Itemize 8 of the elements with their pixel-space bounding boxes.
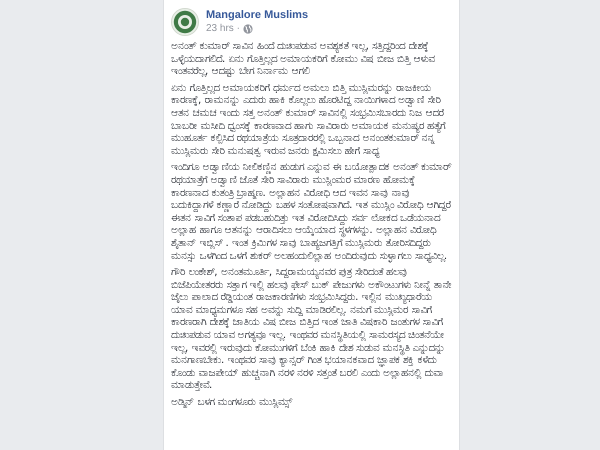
post-paragraph: ಅನಂತ್ ಕುಮಾರ್ ಸಾವಿನ ಹಿಂದೆ ದುಃಖಪಡುವ ಅವಶ್ಯಕತೆ ಇಲ್ಲ, ಸತ್ತಿದ್ದರಿಂದ ದೇಶಕ್ಕೆ ಒಳ್ಳೆಯದಾಗಲಿದೆ. ಏನು ಗೊತ್ತಿಲ್ಲದ ಅಮಾಯಕರಿಗೆ ಕೋಮು ವಿಷ ಬೀಜ ಬಿತ್ತಿ ಆಳುವ ಇಂತವರೆಲ್ಲ, ಆದಷ್ಟು ಬೇಗ ನಿರ್ನಾಮ ಆಗಲಿ [171,40,436,78]
post-paragraph: ಅಡ್ಮಿನ್ ಬಳಗ ಮಂಗಳೂರು ಮುಸ್ಲಿಮ್ಸ್ [171,396,294,409]
post-paragraph: ಇಂದಿಗೂ ಅಡ್ವಾಣಿಯ ನೀಲಿಕಣ್ಣಿನ ಹುಡುಗ ಎನ್ನುವ ಈ ಬಯೋತ್ಪಾದಕ ಅನಂತ್ ಕುಮಾರ್ ರಥಯಾತ್ರೆಗೆ ಅಡ್ವಾಣಿ ಜೊತೆ ಸೇರಿ ಸಾವಿರಾರು ಮುಸ್ಲಿಂಮರ ಮಾರಣ ಹೋಮಕ್ಕೆ ಕಾರಣನಾದ ಕುತಂತ್ರಿ ಬ್ರಾಹ್ಮಣ. ಅಲ್ಲಾಹನ ವಿರೋಧಿ ಆದ ಇವನ ಸಾವು ನಾವು ಬದುಕಿದ್ದಾಗಳೆ ಕಣ್ಣಾರೆ ನೋಡಿದ್ದು ಬಹಳ ಸಂತೋಷವಾಗಿದೆ. ಇತ ಮುಸ್ಲಿಂ ವಿರೋಧಿ ಆಗಿದ್ದರೆ ಈತನ ಸಾವಿಗೆ ಸಂತಾಪ ಪಡಬಹುದಿತ್ತು ಇತ ವಿರೋದಿಸಿದ್ದು ಸರ್ವ ಲೋಕದ ಒಡೆಯನಾದ ಅಲ್ಲಾಹ ಹಾಗೂ ಆತನನ್ನು ಆರಾದಿಸಲು ಆಯ್ಕೆಯಾದ ಸ್ಥಳಗಳನ್ನು. ಅಲ್ಲಾಹನ ವಿರೋಧಿ ಶೈತಾನ್ ಇಬ್ಲಿಸ್ . ಇಂತ ಕ್ರಿಮಿಗಳ ಸಾವು ಬಾಹ್ಯಜಗತ್ತಿಗೆ ಮುಸ್ಲಿಮರು ತೋರಿಸದಿದ್ದರು ಮನಸ್ಸು ಒಳಗಿಂದ ಒಳಗೆ ಶುಕರ್ ಅಲಹಂದುಲಿಲ್ಲಾಹ ಅಂದಿರುವುದು ಸುಳ್ಳಾಗಲು ಸಾಧ್ಯವಿಲ್ಲ. [171,161,452,262]
author-link[interactable]: Mangalore Muslims [206,9,308,21]
globe-icon [242,24,253,34]
post-paragraph: ಏನು ಗೊತ್ತಿಲ್ಲದ ಅಮಾಯಕರಿಗೆ ಧರ್ಮದ ಅಮಲು ಬಿತ್ತಿ ಮುಸ್ಲಿಮರನ್ನು ರಾಜಕೀಯ ಕಾರಣಕ್ಕೆ, ರಾಮನನ್ನು ಎದುರು ಹಾಕಿ ಕೊಲ್ಲಲು ಹೊರಟಿದ್ದ ನಾಯಿಗಳಾದ ಅಡ್ವಾಣಿ ಸೇರಿ ಆತನ ಚಮಚ ಇಂದು ಸತ್ತ ಅನಂತ್ ಕುಮಾರ್ ಸಾವಿನಲ್ಲಿ ಸಂಭ್ರಮಿಸಬಾರದು ನಿಜ ಆದರೆ ಬಾಬರೀ ಮಸೀದಿ ಧ್ವಂಸಕ್ಕೆ ಕಾರಣವಾದ ಹಾಗು ಸಾವಿರಾರು ಅಮಾಯಕ ಮನುಷ್ಯರ ಹತ್ಯೆಗೆ ಮುಹೂರ್ತ ಕಲ್ಪಿಸಿದ ರಥಯಾತ್ರೆಯ ಸೂತ್ರದಾರರಲ್ಲಿ ಒಬ್ಬನಾದ ಅನಂಂತಕುಮಾರ್ ನನ್ನ ಮುಸ್ಲಿಮರು ಸೇರಿ ಮನುಷತ್ವ ಇರುವ ಜನರು ಕ್ಷಮಿಸಲು ಹೇಗೆ ಸಾಧ್ಯ [171,82,446,158]
post-paragraph: ಗೌರಿ ಲಂಕೇಶ್, ಅನಂತಮೂರ್ತಿ, ಸಿದ್ದರಾಮಯ್ಯನವರ ಪುತ್ರ ಸೇರಿದಂತೆ ಹಲವು ಬಿಜೆಪಿಯೇತರರು ಸತ್ತಾಗ ಇಲ್ಲಿ ಹಲವು ಫೇಸ್ ಬುಕ್ ಪೇಜುಗಳು ಅಕೌಂಟುಗಳು ನೀನ್ನೆ ತಾನೇ ಜೈಲು ಪಾಲಾದ ರೆಡ್ಡಿಯಂತ ರಾಜಕಾರಣಿಗಳು ಸಂಭ್ರಮಿಸಿದ್ದರು. ಇಲ್ಲಿನ ಮುಖ್ಯಧಾರೆಯ ಯಾವ ಮಾಧ್ಯಮಗಳೂ ಸಹ ಅವನ್ನು ಸುದ್ದಿ ಮಾಡಿರಲಿಲ್ಲ. ನಮಗೆ ಮುಸ್ಲಿಮರ ಸಾವಿಗೆ ಕಾರಣರಾಗಿ ದೇಶಕ್ಕೆ ಜಾತಿಯ ವಿಷ ಬೀಜ ಬಿತ್ತಿದ ಇಂತ ಜಾತಿ ವಿಷಕಾರಿ ಜಂತುಗಳ ಸಾವಿಗೆ ದುಃಖಪಡುವ ಯಾವ ಅಗತ್ಯವೂ ಇಲ್ಲ. ಇಂಥವರ ಮನಸ್ಥಿತಿಯಲ್ಲಿ ಸಾಮರಸ್ಯದ ಚಿಂತನೆಯೇ ಇಲ್ಲ, ಇವರಲ್ಲಿ ಇರುವುದು ಕೋಮುಗಳಿಗೆ ಬೆಂಕಿ ಹಾಕಿ ದೇಶ ಸುಡುವ ಮನಸ್ಥಿತಿ ಎನ್ನುದನ್ನು ಮನಗಾಣಬೇಕು. ಇಂಥವರ ಸಾವು ಕ್ಯಾನ್ಸರ್ ಗಿಂತ ಭಯಾನಕವಾದ ಜ್ಞಾಪಕ ಶಕ್ತಿ ಕಳೆದು ಕೊಂಡು ವಾಜಪೇಯ್ ಹುಚ್ಚನಾಗಿ ನರಳಿ ನರಳಿ ಸತ್ತಂತೆ ಬರಲಿ ಎಂದು ಅಲ್ಲಾಹನಲ್ಲಿ ದುವಾ ಮಾಡುತ್ತೇವೆ. [171,266,452,392]
page-avatar-icon[interactable] [171,8,199,36]
